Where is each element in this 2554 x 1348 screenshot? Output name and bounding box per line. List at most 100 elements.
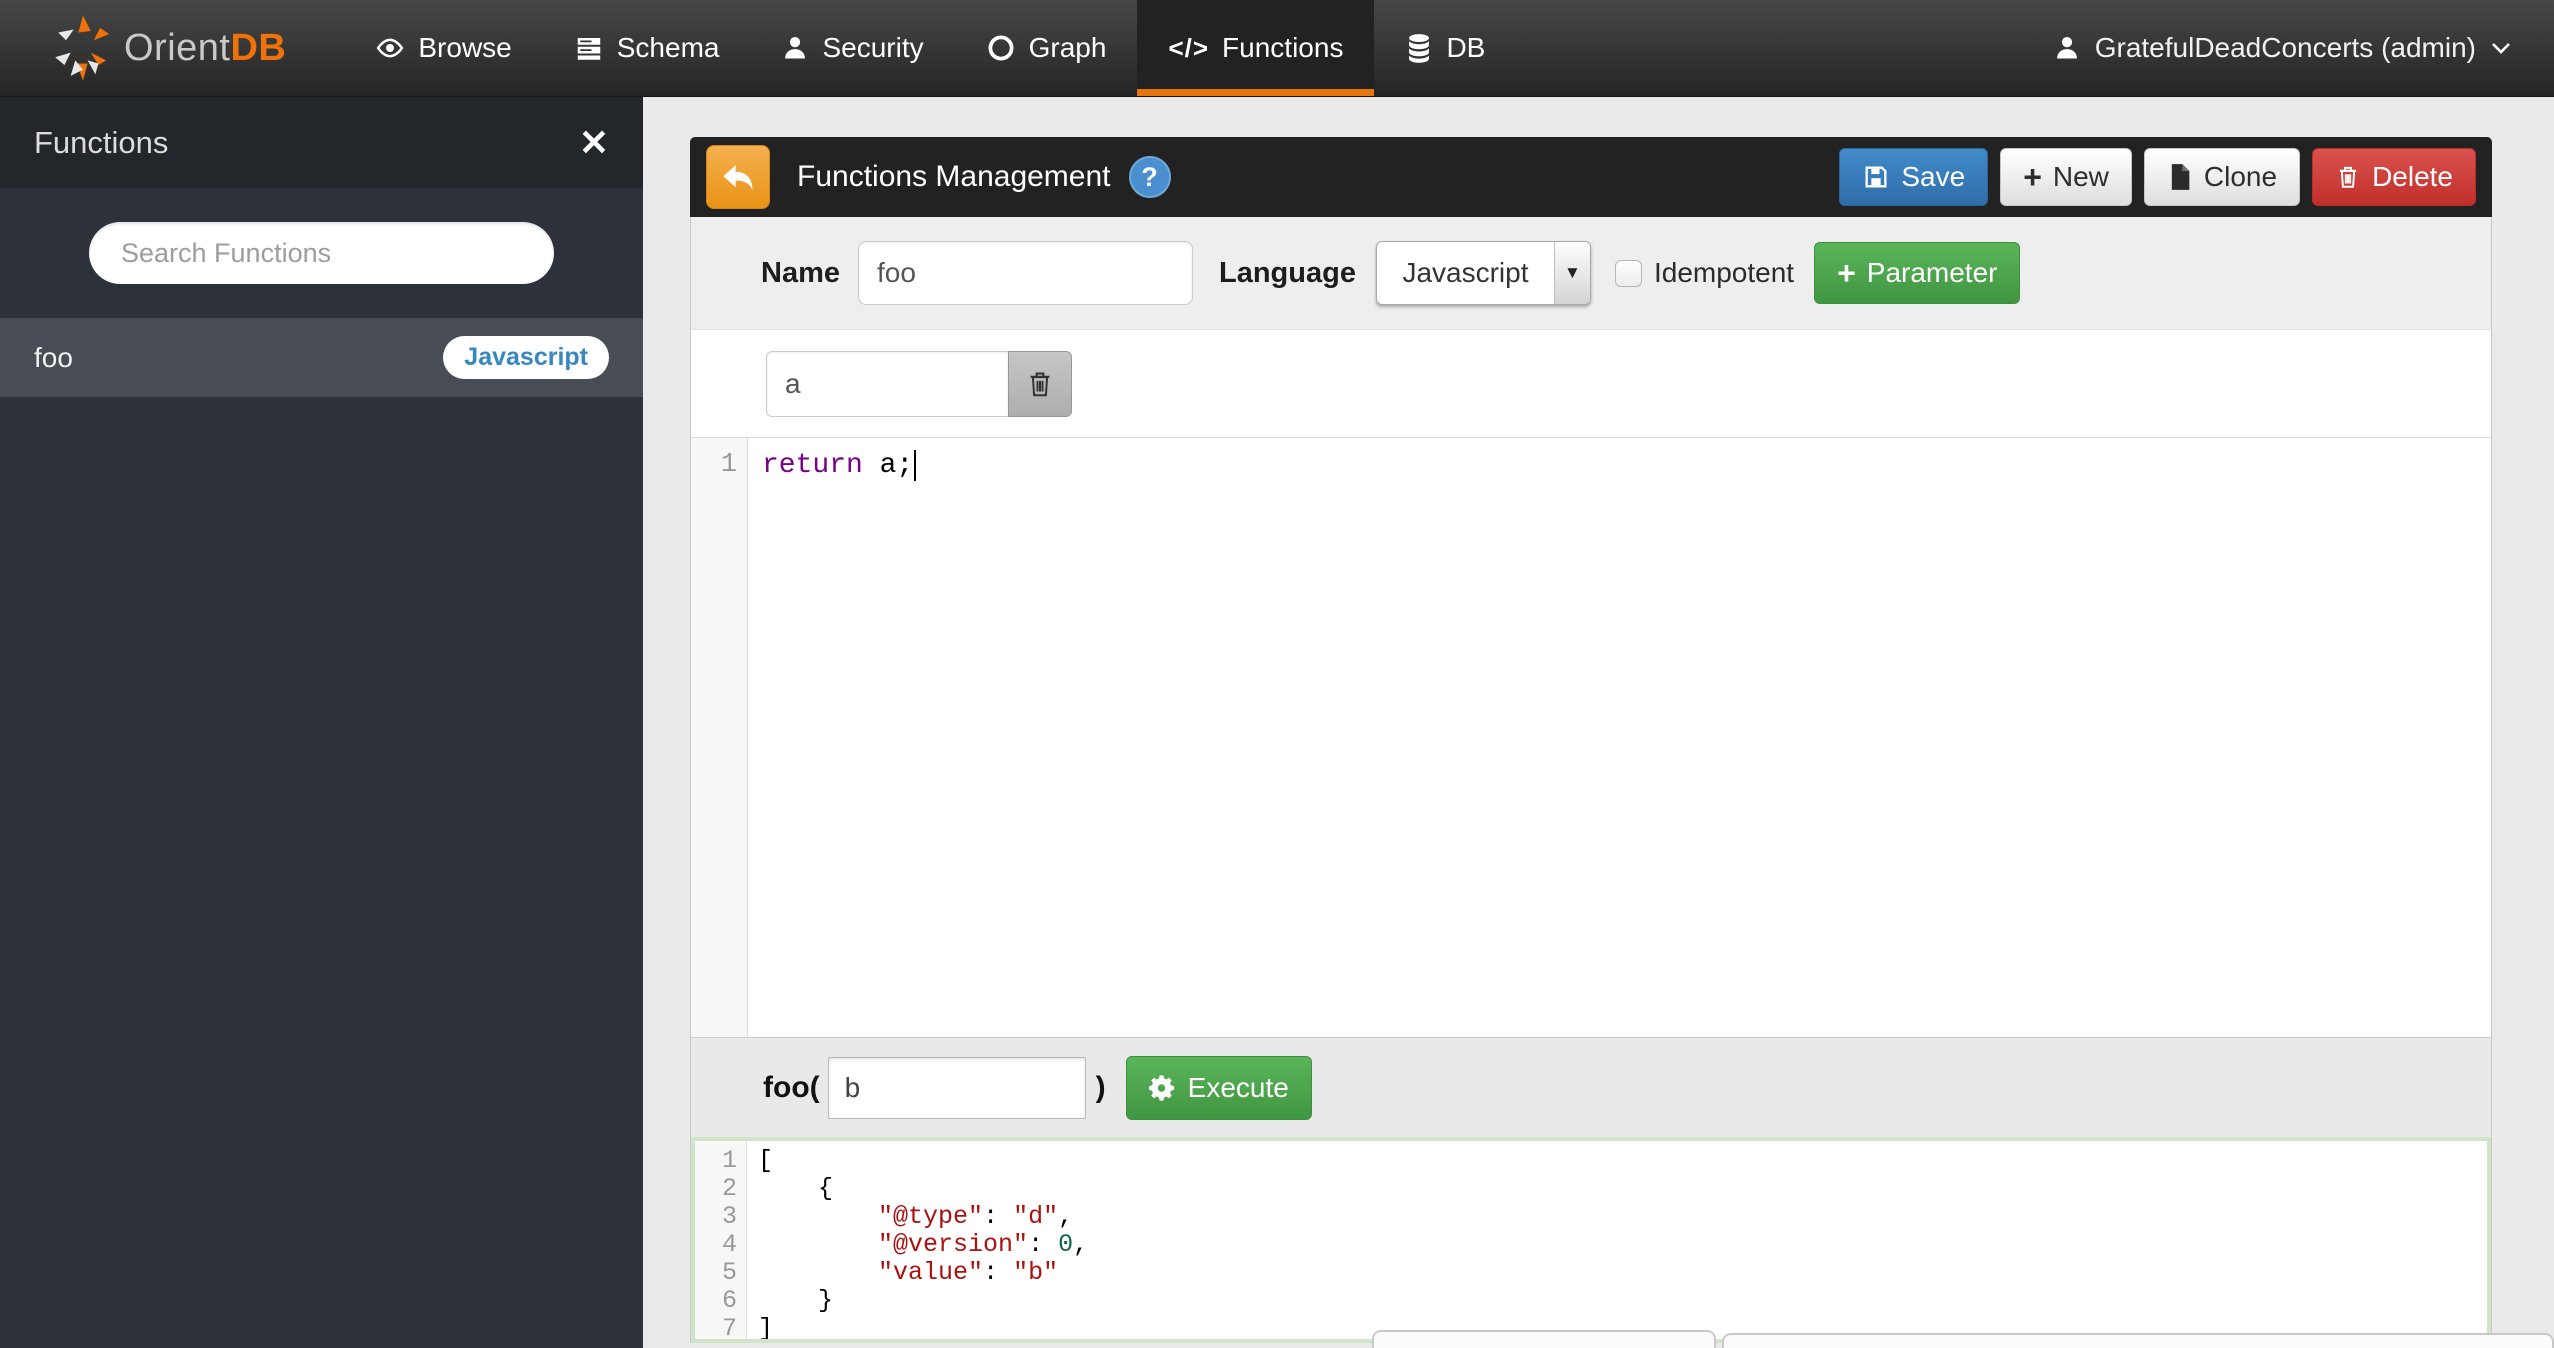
- user-label: GratefulDeadConcerts (admin): [2095, 32, 2476, 64]
- clone-button[interactable]: Clone: [2144, 148, 2300, 206]
- trash-icon: [2335, 163, 2361, 191]
- new-label: New: [2053, 161, 2109, 193]
- name-label: Name: [761, 257, 840, 290]
- execute-section: foo( ) Execute: [691, 1037, 2491, 1137]
- nav-label: DB: [1446, 32, 1485, 64]
- plus-icon: +: [2023, 161, 2042, 193]
- save-button[interactable]: Save: [1839, 148, 1988, 206]
- output-line: "value": "b": [758, 1259, 2487, 1287]
- select-arrow-icon: ▼: [1554, 242, 1590, 304]
- file-icon: [2167, 163, 2193, 191]
- output-line: }: [758, 1287, 2487, 1315]
- page-title: Functions Management: [797, 160, 1111, 194]
- code-keyword: return: [762, 450, 863, 481]
- output-editor: 1 2 3 4 5 6 7 [ { "@type": "d", "@versio…: [691, 1137, 2491, 1343]
- functions-sidebar: Functions ✕ foo Javascript: [0, 97, 643, 1348]
- idempotent-label: Idempotent: [1654, 257, 1794, 289]
- code-text: a;: [863, 450, 913, 481]
- language-badge: Javascript: [443, 336, 609, 379]
- code-editor: 1 return a;: [691, 437, 2491, 1037]
- user-icon: [2053, 34, 2081, 62]
- output-gutter: 1 2 3 4 5 6 7: [695, 1141, 747, 1339]
- idempotent-checkbox[interactable]: [1615, 260, 1642, 287]
- trash-icon: [1025, 368, 1055, 400]
- delete-button[interactable]: Delete: [2312, 148, 2476, 206]
- close-icon[interactable]: ✕: [579, 125, 609, 161]
- help-icon[interactable]: ?: [1129, 156, 1171, 198]
- nav-item-security[interactable]: Security: [750, 0, 954, 96]
- line-number: 7: [695, 1315, 737, 1343]
- nav-item-functions[interactable]: </> Functions: [1137, 0, 1374, 96]
- nav-item-browse[interactable]: Browse: [344, 0, 542, 96]
- argument-input[interactable]: [828, 1057, 1086, 1119]
- top-navbar: OrientDB Browse Schema Security Graph: [0, 0, 2554, 97]
- search-input[interactable]: [89, 222, 554, 284]
- back-arrow-icon: [719, 158, 757, 196]
- function-signature-open: foo(: [763, 1071, 820, 1105]
- sidebar-title: Functions: [34, 125, 168, 161]
- line-number: 2: [695, 1175, 737, 1203]
- output-code-area: [ { "@type": "d", "@version": 0, "value"…: [747, 1141, 2487, 1339]
- orientdb-star-icon: [52, 14, 114, 82]
- nav-label: Graph: [1029, 32, 1107, 64]
- eye-icon: [375, 33, 405, 63]
- parameter-input[interactable]: [766, 351, 1008, 417]
- function-list-item[interactable]: foo Javascript: [0, 318, 643, 397]
- nav-label: Schema: [617, 32, 720, 64]
- nav-item-schema[interactable]: Schema: [543, 0, 751, 96]
- function-signature-close: ): [1096, 1071, 1106, 1105]
- nav-label: Functions: [1222, 32, 1343, 64]
- parameters-section: [691, 330, 2491, 437]
- parameter-group: [766, 351, 1072, 417]
- new-button[interactable]: + New: [2000, 148, 2132, 206]
- nav-item-graph[interactable]: Graph: [955, 0, 1138, 96]
- delete-parameter-button[interactable]: [1008, 351, 1072, 417]
- database-icon: [1405, 33, 1433, 63]
- parameter-label: Parameter: [1867, 257, 1998, 289]
- schema-icon: [574, 33, 604, 63]
- execute-button[interactable]: Execute: [1126, 1056, 1312, 1120]
- editor-gutter: 1: [691, 438, 748, 1037]
- nav-label: Security: [822, 32, 923, 64]
- line-number: 3: [695, 1203, 737, 1231]
- user-menu[interactable]: GratefulDeadConcerts (admin): [2053, 0, 2554, 96]
- save-label: Save: [1901, 161, 1965, 193]
- execute-label: Execute: [1188, 1072, 1289, 1104]
- name-field[interactable]: [858, 241, 1193, 305]
- output-line: [: [758, 1147, 2487, 1175]
- language-select-value: Javascript: [1377, 242, 1554, 304]
- nav-menu: Browse Schema Security Graph </> Functio…: [344, 0, 1516, 96]
- bottom-overlay-panel: [1722, 1333, 2554, 1348]
- language-label: Language: [1219, 257, 1356, 290]
- back-button[interactable]: [706, 145, 770, 209]
- user-icon: [781, 34, 809, 62]
- nav-item-db[interactable]: DB: [1374, 0, 1516, 96]
- bottom-overlay-panel: [1372, 1330, 1716, 1348]
- sidebar-header: Functions ✕: [0, 97, 643, 188]
- text-cursor: [914, 450, 916, 481]
- language-select[interactable]: Javascript ▼: [1376, 241, 1591, 305]
- circle-icon: [986, 33, 1016, 63]
- line-number: 5: [695, 1259, 737, 1287]
- delete-label: Delete: [2372, 161, 2453, 193]
- main-area: Functions Management ? Save + New: [643, 97, 2554, 1348]
- panel-body: Name Language Javascript ▼ Idempotent + …: [690, 217, 2492, 1343]
- logo-text: OrientDB: [124, 27, 286, 70]
- line-number: 1: [695, 1147, 737, 1175]
- header-actions: Save + New Clone Delete: [1839, 148, 2476, 206]
- plus-icon: +: [1837, 257, 1856, 289]
- output-line: "@type": "d",: [758, 1203, 2487, 1231]
- code-icon: </>: [1168, 33, 1209, 64]
- gear-icon: [1149, 1074, 1177, 1102]
- editor-code-area[interactable]: return a;: [748, 438, 2491, 1037]
- add-parameter-button[interactable]: + Parameter: [1814, 242, 2020, 304]
- output-line: {: [758, 1175, 2487, 1203]
- save-icon: [1862, 163, 1890, 191]
- function-form: Name Language Javascript ▼ Idempotent + …: [691, 217, 2491, 330]
- line-number: 6: [695, 1287, 737, 1315]
- output-line: "@version": 0,: [758, 1231, 2487, 1259]
- sidebar-search-section: [0, 188, 643, 318]
- chevron-down-icon: [2490, 41, 2512, 55]
- clone-label: Clone: [2204, 161, 2277, 193]
- orientdb-logo[interactable]: OrientDB: [0, 0, 286, 96]
